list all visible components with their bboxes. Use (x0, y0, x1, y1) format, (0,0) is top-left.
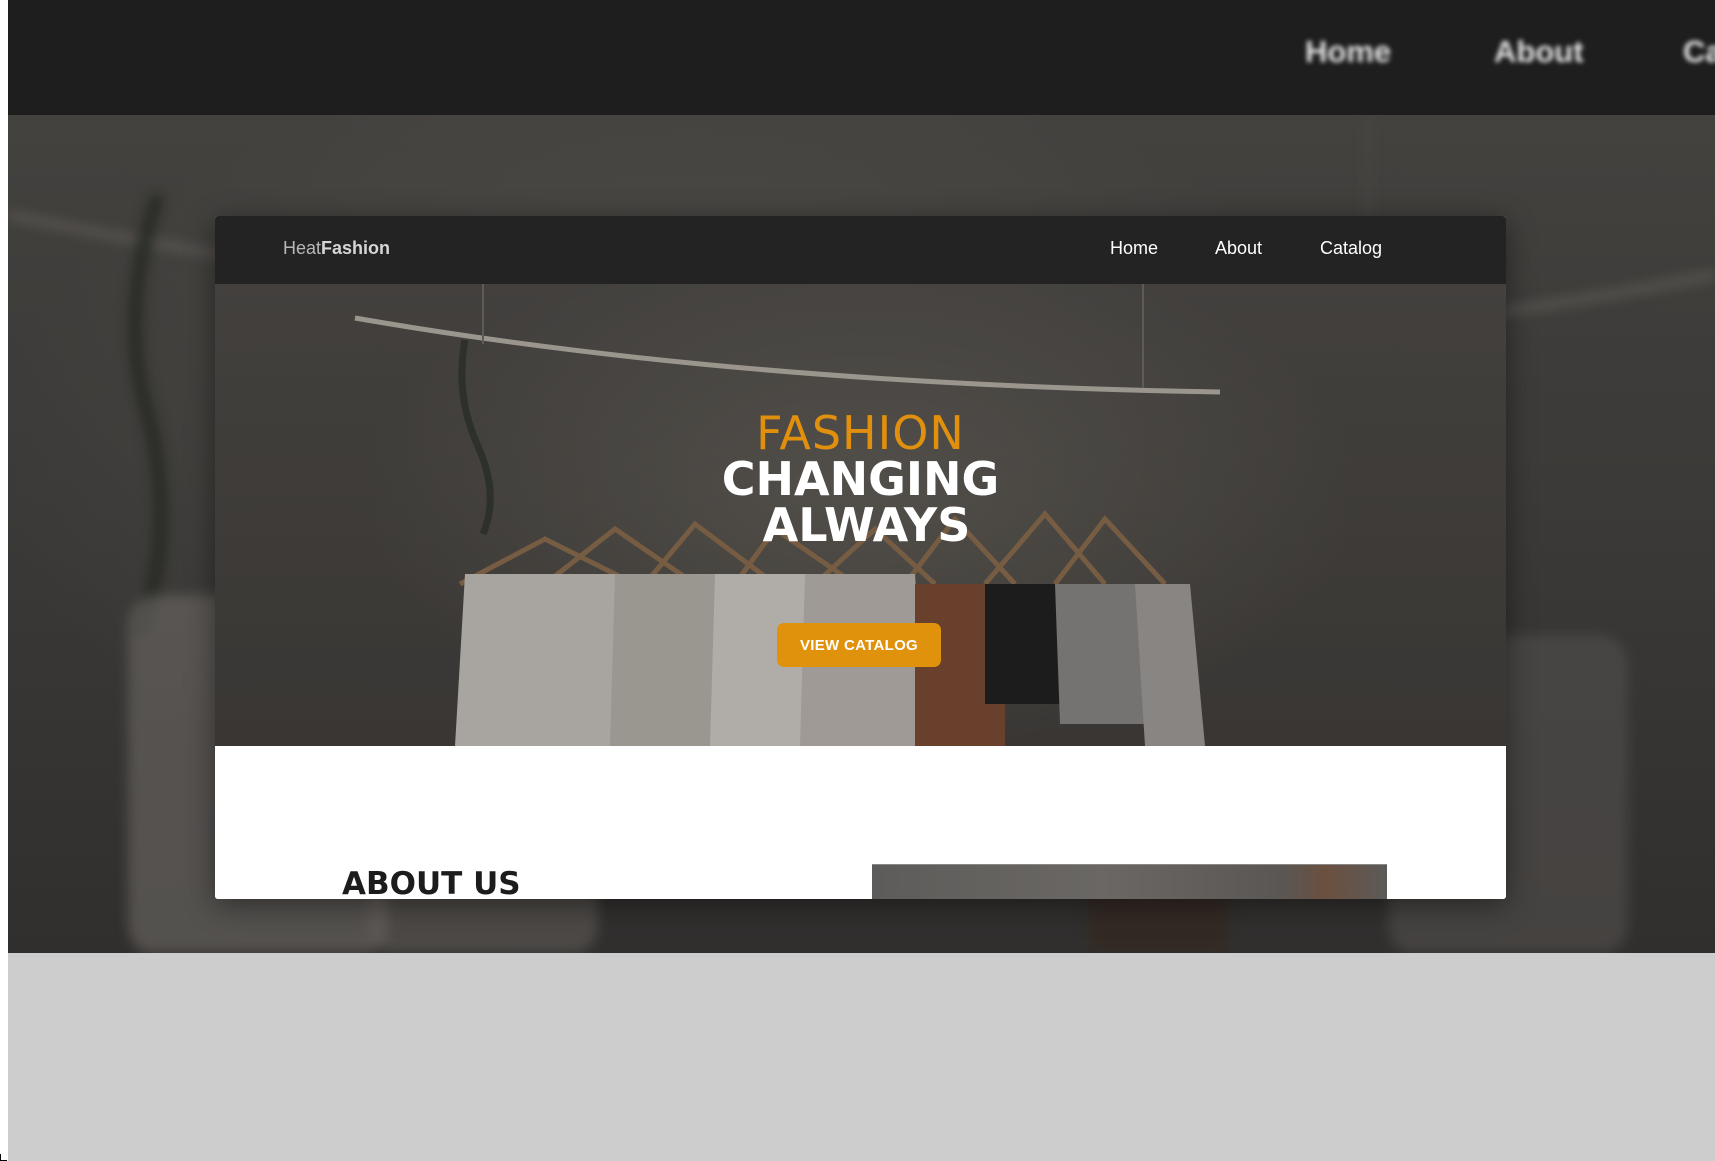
logo-light-text: Heat (283, 238, 322, 258)
navbar: HeatFashion Home About Catalog (215, 216, 1506, 285)
hero-section: FASHION CHANGING ALWAYS VIEW CATALOG (215, 284, 1506, 746)
browser-window: HeatFashion Home About Catalog FASHION C… (215, 216, 1506, 899)
about-heading: ABOUT US (342, 866, 521, 899)
background-nav-about: About (1494, 34, 1584, 69)
view-catalog-button[interactable]: VIEW CATALOG (777, 623, 941, 667)
nav-link-about[interactable]: About (1215, 238, 1262, 259)
about-image (872, 864, 1387, 899)
nav-link-catalog[interactable]: Catalog (1320, 238, 1382, 259)
hero-title-changing: CHANGING (721, 452, 1000, 506)
background-navbar: Home About Ca (8, 0, 1715, 115)
background-nav-catalog: Ca (1683, 34, 1715, 69)
background-lower-area (8, 953, 1715, 1161)
site-logo[interactable]: HeatFashion (283, 238, 390, 259)
corner-mark (0, 1154, 7, 1161)
about-section: ABOUT US (215, 746, 1506, 899)
hero-title-always: ALWAYS (762, 498, 971, 552)
background-nav-home: Home (1305, 34, 1392, 69)
hero-title-fashion: FASHION (756, 406, 965, 460)
logo-bold-text: Fashion (321, 238, 391, 258)
nav-link-home[interactable]: Home (1110, 238, 1158, 259)
